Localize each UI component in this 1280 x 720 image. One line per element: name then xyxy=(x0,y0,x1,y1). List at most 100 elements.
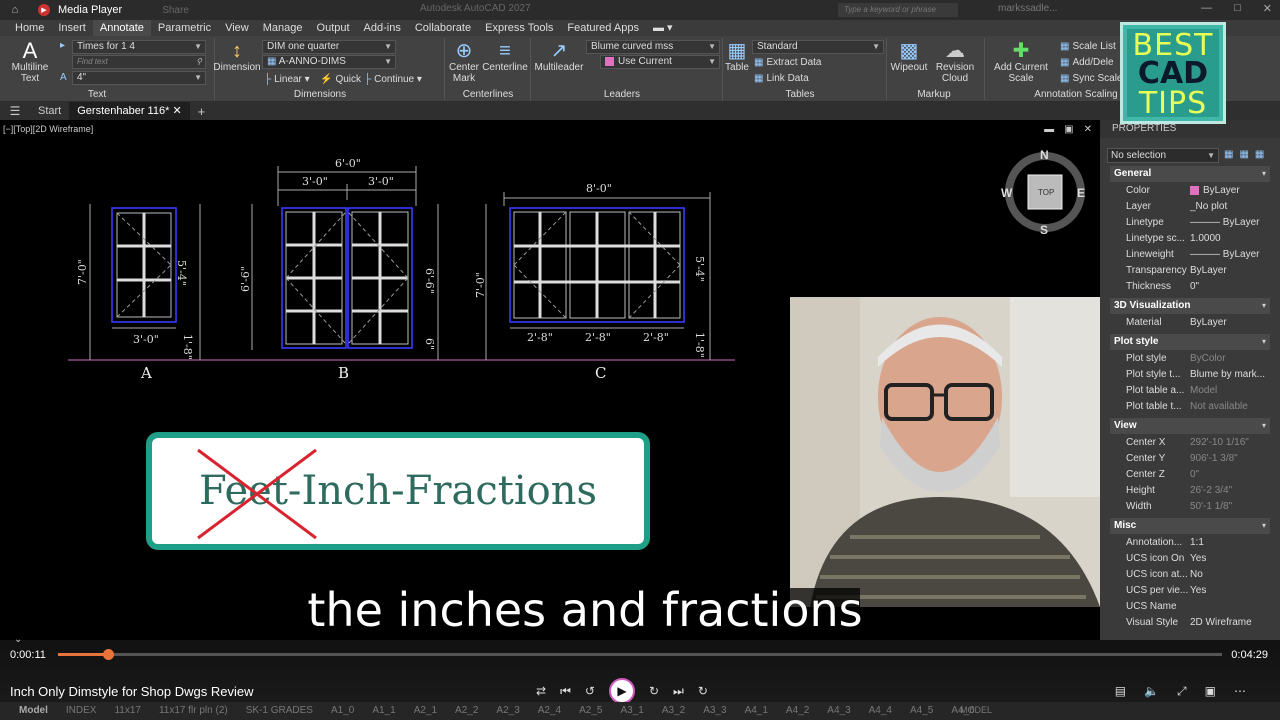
markup-panel-label[interactable]: Markup xyxy=(912,89,956,101)
properties-section-header[interactable]: View ▾ xyxy=(1110,418,1270,434)
quick-button[interactable]: ⚡ Quick xyxy=(320,73,361,86)
property-row[interactable]: Linetype sc... 1.0000 xyxy=(1110,231,1270,247)
previous-icon[interactable]: ⏮ xyxy=(560,684,571,699)
layout-tab[interactable]: A1_0 xyxy=(322,702,363,720)
extract-data-button[interactable]: ▦ Extract Data xyxy=(754,56,821,69)
tab-close-icon[interactable]: ✕ xyxy=(172,105,181,117)
property-value[interactable]: ——— ByLayer xyxy=(1190,247,1270,263)
property-value[interactable]: _No plot xyxy=(1190,199,1270,215)
property-value[interactable]: ByLayer xyxy=(1190,183,1270,199)
mini-player-icon[interactable]: ▣ xyxy=(1205,684,1216,699)
continue-button[interactable]: ├ Continue ▾ xyxy=(364,73,422,86)
collapse-arrow-icon[interactable]: ▾ xyxy=(1262,418,1266,434)
property-value[interactable]: ByLayer xyxy=(1190,263,1270,279)
selection-dropdown[interactable]: No selection ▼ xyxy=(1107,148,1219,163)
collapse-arrow-icon[interactable]: ▾ xyxy=(1262,166,1266,182)
property-row[interactable]: Material ByLayer xyxy=(1110,315,1270,331)
ribbon-tab[interactable]: Express Tools xyxy=(478,20,560,36)
layout-tab[interactable]: A3_3 xyxy=(694,702,735,720)
mleader-style-combo[interactable]: Blume curved mss ▼ xyxy=(586,40,720,54)
menu-icon[interactable]: ☰ xyxy=(0,104,30,118)
tab-active-drawing[interactable]: Gerstenhaber 116* ✕ xyxy=(69,102,190,120)
property-row[interactable]: UCS icon On Yes xyxy=(1110,551,1270,567)
captions-icon[interactable]: ▤ xyxy=(1115,684,1126,699)
properties-section-header[interactable]: Plot style ▾ xyxy=(1110,334,1270,350)
property-row[interactable]: Plot style ByColor xyxy=(1110,351,1270,367)
property-value[interactable]: ByColor xyxy=(1190,351,1270,367)
property-value[interactable]: 1:1 xyxy=(1190,535,1270,551)
property-row[interactable]: Center Z 0" xyxy=(1110,467,1270,483)
repeat-icon[interactable]: ↻ xyxy=(698,684,708,698)
ribbon-tab[interactable]: View xyxy=(218,20,256,36)
property-value[interactable]: Not available xyxy=(1190,399,1270,415)
media-player-icon[interactable]: ▶ xyxy=(38,4,50,16)
rewind-10-icon[interactable]: ↺ xyxy=(585,684,595,698)
chevron-down-icon[interactable]: ⌄ xyxy=(14,634,22,645)
mleader-layer-combo[interactable]: Use Current ▼ xyxy=(600,55,720,69)
annotation-scaling-panel-label[interactable]: Annotation Scaling xyxy=(1030,89,1122,101)
dim-style-combo[interactable]: DIM one quarter ▼ xyxy=(262,40,396,54)
add-current-scale-button[interactable]: ✚ Add Current Scale xyxy=(988,40,1054,84)
sync-scale-button[interactable]: ▦ Sync Scale xyxy=(1060,72,1122,85)
centerlines-panel-label[interactable]: Centerlines xyxy=(450,89,526,101)
property-row[interactable]: Lineweight ——— ByLayer xyxy=(1110,247,1270,263)
property-row[interactable]: Width 50'-1 1/8" xyxy=(1110,499,1270,515)
property-row[interactable]: Center Y 906'-1 3/8" xyxy=(1110,451,1270,467)
center-mark-button[interactable]: ⊕ Center Mark xyxy=(446,40,482,84)
table-button[interactable]: ▦ Table xyxy=(722,40,752,73)
collapse-arrow-icon[interactable]: ▾ xyxy=(1262,298,1266,314)
seek-bar[interactable] xyxy=(58,649,1222,660)
minimize-icon[interactable]: — xyxy=(1201,2,1212,15)
layout-tab[interactable]: INDEX xyxy=(57,702,106,720)
text-panel-label[interactable]: Text xyxy=(60,89,134,101)
layout-tab[interactable]: 11x17 xyxy=(105,702,150,720)
property-row[interactable]: Transparency ByLayer xyxy=(1110,263,1270,279)
layout-tab[interactable]: A2_1 xyxy=(405,702,446,720)
property-row[interactable]: Plot table a... Model xyxy=(1110,383,1270,399)
property-row[interactable]: Layer _No plot xyxy=(1110,199,1270,215)
layout-tab[interactable]: A4_4 xyxy=(860,702,901,720)
properties-section-header[interactable]: Misc ▾ xyxy=(1110,518,1270,534)
seek-handle[interactable] xyxy=(103,649,114,660)
more-options-icon[interactable]: ⋯ xyxy=(1234,684,1246,699)
property-value[interactable]: Yes xyxy=(1190,551,1270,567)
properties-section-header[interactable]: General ▾ xyxy=(1110,166,1270,182)
property-value[interactable]: ——— ByLayer xyxy=(1190,215,1270,231)
property-value[interactable]: ByLayer xyxy=(1190,315,1270,331)
property-row[interactable]: Height 26'-2 3/4" xyxy=(1110,483,1270,499)
maximize-icon[interactable]: □ xyxy=(1234,2,1241,15)
layout-tab[interactable]: A2_4 xyxy=(529,702,570,720)
wipeout-button[interactable]: ▩ Wipeout xyxy=(888,40,930,73)
linear-button[interactable]: ├ Linear ▾ xyxy=(264,73,310,86)
ribbon-tab[interactable]: Output xyxy=(310,20,357,36)
volume-icon[interactable]: 🔈 xyxy=(1144,684,1159,699)
property-row[interactable]: Color ByLayer xyxy=(1110,183,1270,199)
text-font-combo[interactable]: Times for 1 4 ▼ xyxy=(72,40,206,54)
property-value[interactable]: 26'-2 3/4" xyxy=(1190,483,1270,499)
properties-section-header[interactable]: 3D Visualization ▾ xyxy=(1110,298,1270,314)
tab-start[interactable]: Start xyxy=(30,102,69,120)
fullscreen-icon[interactable]: ⤢ xyxy=(1177,684,1187,699)
layout-tab[interactable]: A1_1 xyxy=(363,702,404,720)
home-icon[interactable]: ⌂ xyxy=(8,3,22,17)
property-row[interactable]: Plot style t... Blume by mark... xyxy=(1110,367,1270,383)
ribbon-tab[interactable]: Insert xyxy=(51,20,93,36)
table-style-combo[interactable]: Standard ▼ xyxy=(752,40,884,54)
layout-tab[interactable]: A4_1 xyxy=(736,702,777,720)
property-value[interactable]: 0" xyxy=(1190,279,1270,295)
viewcube[interactable]: TOP N S E W xyxy=(1001,148,1085,237)
drawing-canvas[interactable]: [−][Top][2D Wireframe] ▬ ▣ ✕ 7'-0" 3'-0"… xyxy=(0,120,1100,640)
ribbon-overflow-icon[interactable]: ▬ ▾ xyxy=(646,20,680,36)
property-row[interactable]: UCS icon at... No xyxy=(1110,567,1270,583)
dimensions-panel-label[interactable]: Dimensions xyxy=(280,89,360,101)
property-row[interactable]: UCS per vie... Yes xyxy=(1110,583,1270,599)
property-value[interactable]: 2D Wireframe xyxy=(1190,615,1270,631)
property-row[interactable]: Visual Style 2D Wireframe xyxy=(1110,615,1270,631)
leaders-panel-label[interactable]: Leaders xyxy=(596,89,648,101)
property-value[interactable]: Model xyxy=(1190,383,1270,399)
multiline-text-button[interactable]: A Multiline Text xyxy=(8,40,52,85)
centerline-button[interactable]: ≡ Centerline xyxy=(480,40,530,73)
layout-tab[interactable]: A4_3 xyxy=(818,702,859,720)
property-value[interactable]: No xyxy=(1190,567,1270,583)
add-delete-button[interactable]: ▦ Add/Dele xyxy=(1060,56,1114,69)
